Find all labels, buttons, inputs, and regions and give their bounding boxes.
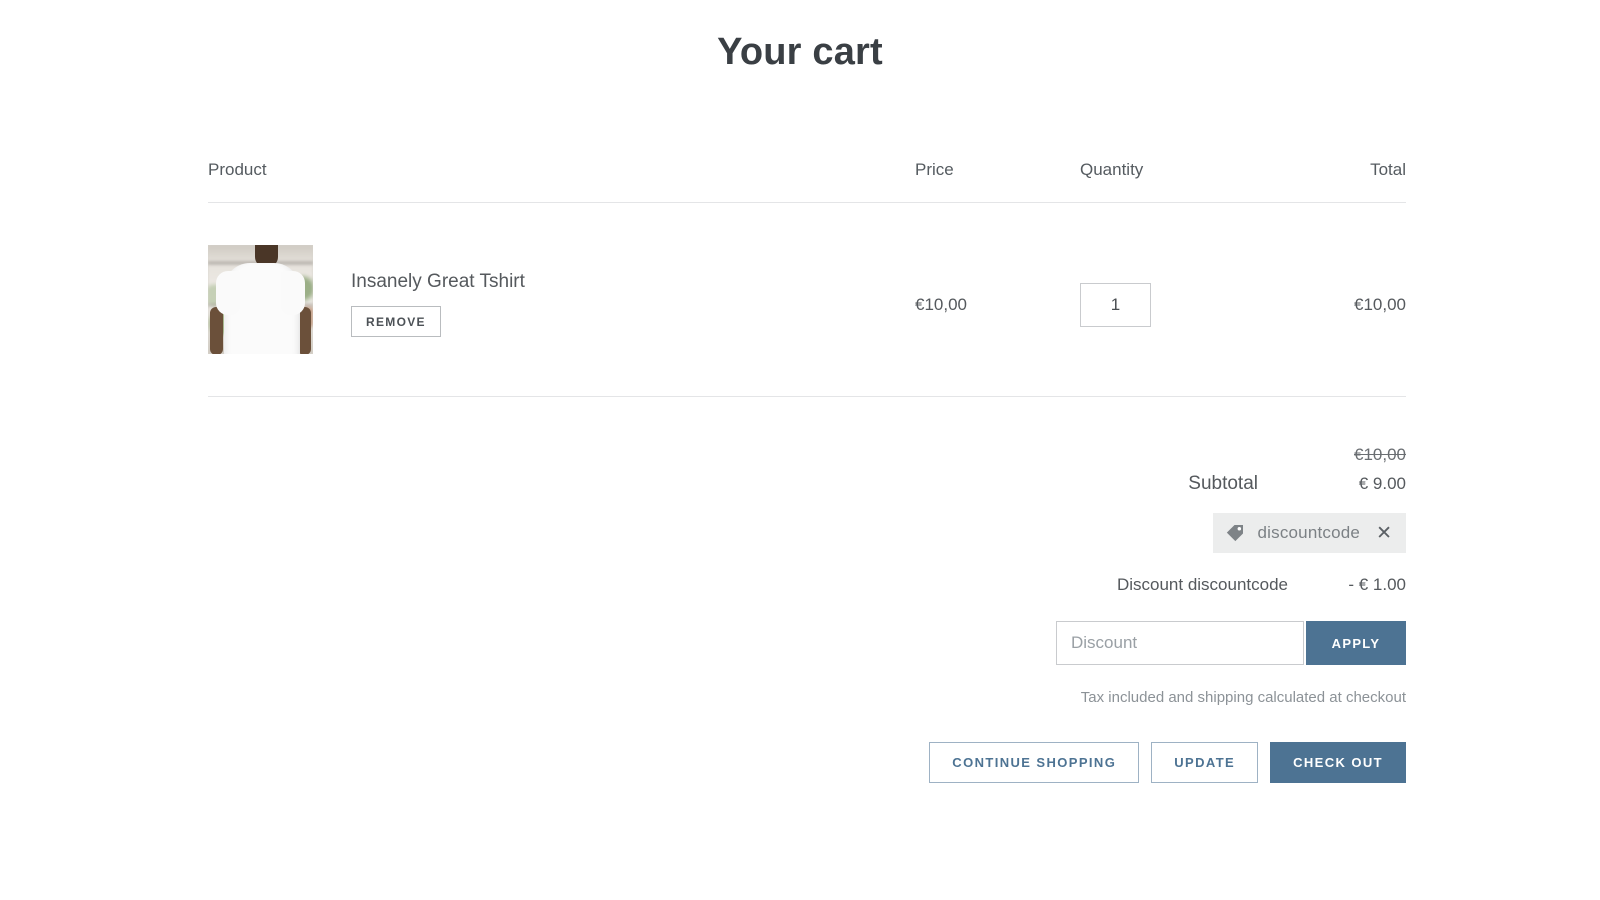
cart-totals: €10,00 Subtotal € 9.00 discountcode ✕ Di… <box>208 445 1406 783</box>
apply-button[interactable]: APPLY <box>1306 621 1406 665</box>
column-header-price: Price <box>915 160 1080 180</box>
discount-form: APPLY <box>1056 621 1406 665</box>
subtotal-original-value: €10,00 <box>1286 445 1406 465</box>
cart-page: Your cart Product Price Quantity Total <box>0 0 1600 900</box>
subtotal-value: € 9.00 <box>1286 474 1406 494</box>
product-thumbnail[interactable] <box>208 245 313 354</box>
column-header-product: Product <box>208 160 915 180</box>
tax-note: Tax included and shipping calculated at … <box>1081 689 1406 706</box>
discount-code-label: discountcode <box>1257 523 1360 543</box>
cart-table-header: Product Price Quantity Total <box>208 160 1406 202</box>
check-out-button[interactable]: CHECK OUT <box>1270 742 1406 783</box>
cart-actions: CONTINUE SHOPPING UPDATE CHECK OUT <box>929 742 1406 783</box>
discount-row: Discount discountcode - € 1.00 <box>208 575 1406 595</box>
quantity-input[interactable] <box>1080 283 1151 327</box>
product-line-total: €10,00 <box>1255 245 1406 315</box>
subtotal-original-row: €10,00 <box>208 445 1406 465</box>
subtotal-row: Subtotal € 9.00 <box>208 473 1406 495</box>
page-title: Your cart <box>0 30 1600 76</box>
cart-item-media: Insanely Great Tshirt REMOVE <box>208 245 915 354</box>
product-price: €10,00 <box>915 245 1080 315</box>
tag-icon <box>1225 523 1245 543</box>
thumbnail-model-arm-left <box>210 307 223 354</box>
product-title[interactable]: Insanely Great Tshirt <box>351 271 525 294</box>
quantity-cell <box>1080 245 1255 327</box>
discount-input[interactable] <box>1056 621 1304 665</box>
table-row: Insanely Great Tshirt REMOVE €10,00 €10,… <box>208 203 1406 396</box>
continue-shopping-button[interactable]: CONTINUE SHOPPING <box>929 742 1139 783</box>
thumbnail-tshirt-sleeve-left <box>216 271 240 315</box>
cart-item-info: Insanely Great Tshirt REMOVE <box>313 245 525 337</box>
discount-code-chip[interactable]: discountcode ✕ <box>1213 513 1406 553</box>
discount-amount: - € 1.00 <box>1318 575 1406 595</box>
column-header-quantity: Quantity <box>1080 160 1255 180</box>
update-button[interactable]: UPDATE <box>1151 742 1258 783</box>
column-header-total: Total <box>1255 160 1406 180</box>
remove-button[interactable]: REMOVE <box>351 306 441 337</box>
cart-container: Product Price Quantity Total <box>208 160 1406 783</box>
discount-label: Discount discountcode <box>1117 575 1288 595</box>
thumbnail-tshirt-sleeve-right <box>281 271 305 315</box>
item-divider <box>208 396 1406 397</box>
subtotal-label: Subtotal <box>1188 473 1258 495</box>
close-icon[interactable]: ✕ <box>1376 524 1392 543</box>
